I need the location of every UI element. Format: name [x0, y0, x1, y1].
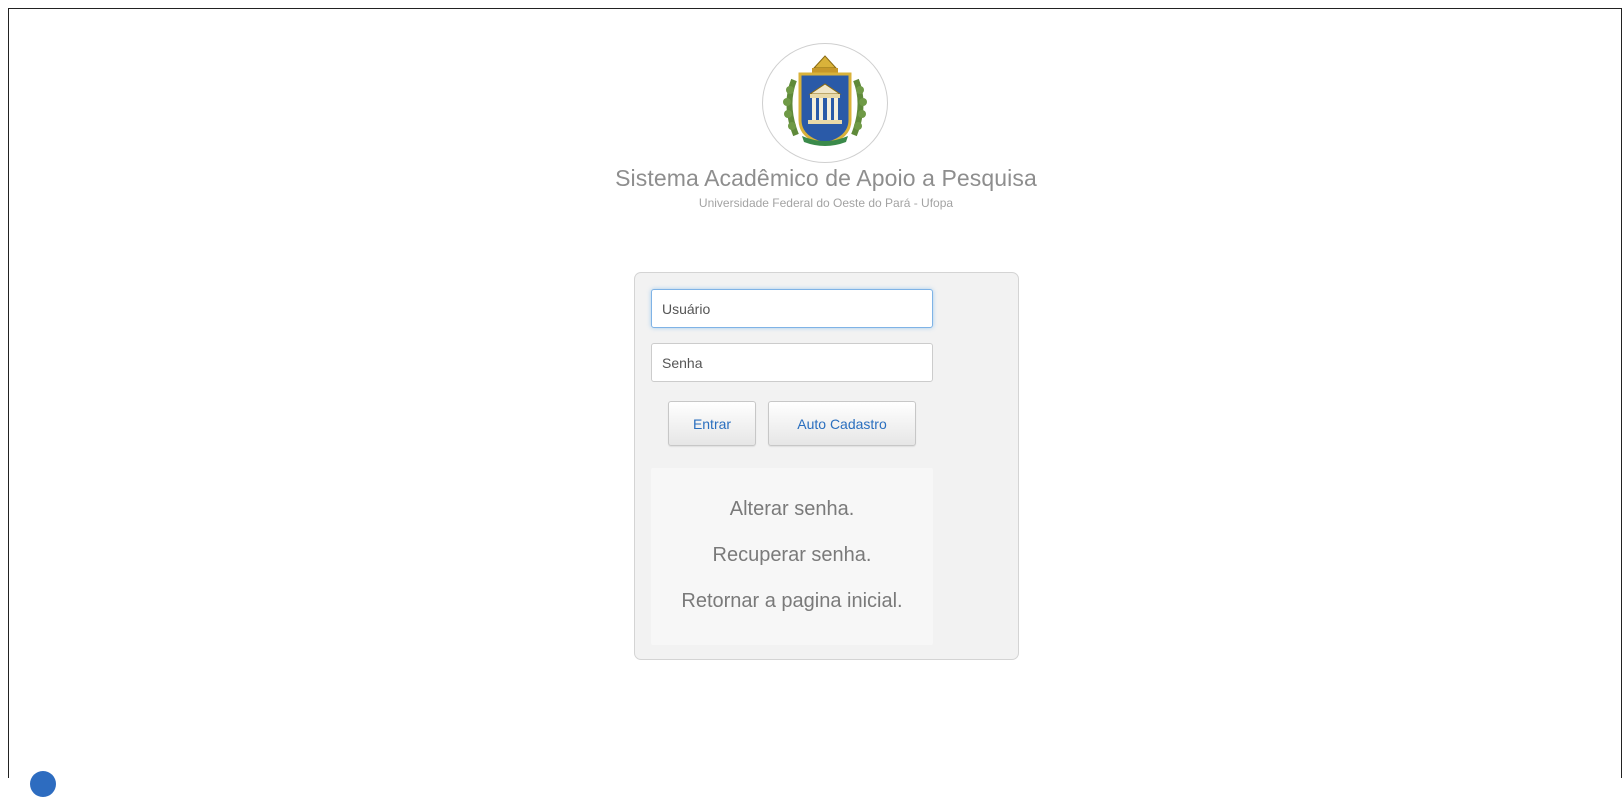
auto-signup-button[interactable]: Auto Cadastro	[768, 401, 916, 446]
page-title: Sistema Acadêmico de Apoio a Pesquisa	[615, 165, 1037, 191]
username-input[interactable]	[651, 289, 933, 328]
return-home-link[interactable]: Retornar a pagina inicial.	[651, 590, 933, 613]
enter-button[interactable]: Entrar	[668, 401, 756, 446]
university-logo	[762, 43, 888, 163]
login-panel: Entrar Auto Cadastro Alterar senha. Recu…	[634, 272, 1019, 660]
help-bubble-icon[interactable]	[30, 771, 56, 797]
password-input[interactable]	[651, 343, 933, 382]
recover-password-link[interactable]: Recuperar senha.	[651, 544, 933, 567]
change-password-link[interactable]: Alterar senha.	[651, 498, 933, 521]
account-links-box: Alterar senha. Recuperar senha. Retornar…	[651, 468, 933, 645]
page-subtitle: Universidade Federal do Oeste do Pará - …	[698, 196, 954, 210]
ufopa-crest-icon	[783, 55, 867, 146]
